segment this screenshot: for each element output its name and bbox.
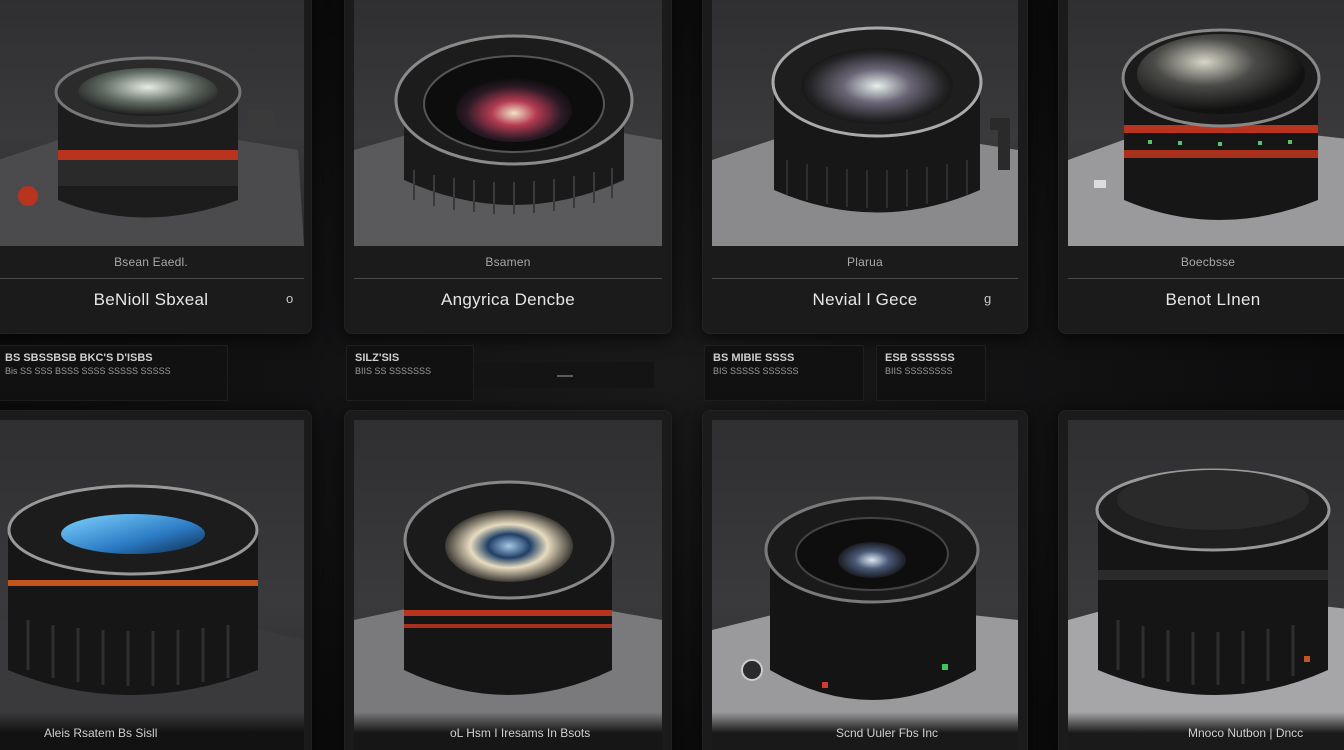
divider — [0, 278, 304, 279]
lens-card-1[interactable]: Bsean Eaedl. BeNioll Sbxeal o — [0, 0, 312, 334]
lens-card-6[interactable]: oL Hsm I Iresams In Bsots — [344, 410, 672, 750]
info-strip-subtitle: BIS SSSSS SSSSSS — [713, 366, 799, 376]
lens-photo — [712, 0, 1018, 246]
lens-category: Bsamen — [485, 255, 531, 269]
info-strip-title: BS MIBIE SSSS — [713, 352, 795, 364]
lens-caption: oL Hsm I Iresams In Bsots — [450, 726, 591, 740]
lens-caption-bar: Aleis Rsatem Bs Sisll — [0, 712, 304, 750]
lens-category: Boecbsse — [1180, 255, 1236, 269]
info-strip-2: SILZ'SIS BIIS SS SSSSSSS — [346, 345, 474, 401]
lens-category: Plarua — [847, 255, 883, 269]
divider — [712, 278, 1018, 279]
lens-caption-bar: Scnd Uuler Fbs Inc — [712, 712, 1018, 750]
lens-category: Bsean Eaedl. — [114, 255, 188, 269]
lens-photo — [354, 0, 662, 246]
info-strip-title: SILZ'SIS — [355, 352, 400, 364]
lens-mark: g — [984, 291, 992, 306]
lens-card-7[interactable]: Scnd Uuler Fbs Inc — [702, 410, 1028, 750]
lens-caption-bar: Mnoco Nutbon | Dncc — [1068, 712, 1344, 750]
dash-mark — [556, 375, 573, 377]
info-strip-title: ESB SSSSSS — [885, 352, 955, 364]
info-strip-subtitle: Bis SS SSS BSSS SSSS SSSSS SSSSS — [5, 366, 171, 376]
info-strip-1: BS SBSSBSB BKC'S D'ISBS Bis SS SSS BSSS … — [0, 345, 228, 401]
lens-photo — [354, 420, 662, 750]
lens-card-4[interactable]: Boecbsse Benot LInen — [1058, 0, 1344, 334]
lens-mark: o — [286, 291, 294, 306]
info-strip-3: BS MIBIE SSSS BIS SSSSS SSSSSS — [704, 345, 864, 401]
divider — [1068, 278, 1344, 279]
lens-name: Benot LInen — [1165, 290, 1261, 309]
info-strip-subtitle: BIIS SS SSSSSSS — [355, 366, 432, 376]
divider — [354, 278, 662, 279]
lens-card-5[interactable]: Aleis Rsatem Bs Sisll — [0, 410, 312, 750]
lens-caption: Scnd Uuler Fbs Inc — [836, 726, 939, 740]
lens-card-3[interactable]: Plarua Nevial l Gece g — [702, 0, 1028, 334]
lens-name: BeNioll Sbxeal — [93, 290, 209, 309]
lens-photo — [0, 0, 304, 246]
lens-photo — [712, 420, 1018, 750]
info-strip-bar — [474, 362, 654, 388]
lens-name: Angyrica Dencbe — [441, 290, 575, 309]
lens-gallery: Bsean Eaedl. BeNioll Sbxeal o Bsamen Ang… — [0, 0, 1344, 750]
lens-card-2[interactable]: Bsamen Angyrica Dencbe — [344, 0, 672, 334]
lens-photo — [0, 420, 304, 750]
lens-photo — [1068, 420, 1344, 750]
lens-caption: Mnoco Nutbon | Dncc — [1188, 726, 1304, 740]
lens-caption: Aleis Rsatem Bs Sisll — [44, 726, 158, 740]
lens-name: Nevial l Gece — [812, 290, 918, 309]
info-strip-subtitle: BIIS SSSSSSSS — [885, 366, 953, 376]
lens-caption-bar: oL Hsm I Iresams In Bsots — [354, 712, 662, 750]
info-strip-title: BS SBSSBSB BKC'S D'ISBS — [5, 352, 153, 364]
lens-card-8[interactable]: Mnoco Nutbon | Dncc — [1058, 410, 1344, 750]
lens-photo — [1068, 0, 1344, 246]
info-strip-4: ESB SSSSSS BIIS SSSSSSSS — [876, 345, 986, 401]
